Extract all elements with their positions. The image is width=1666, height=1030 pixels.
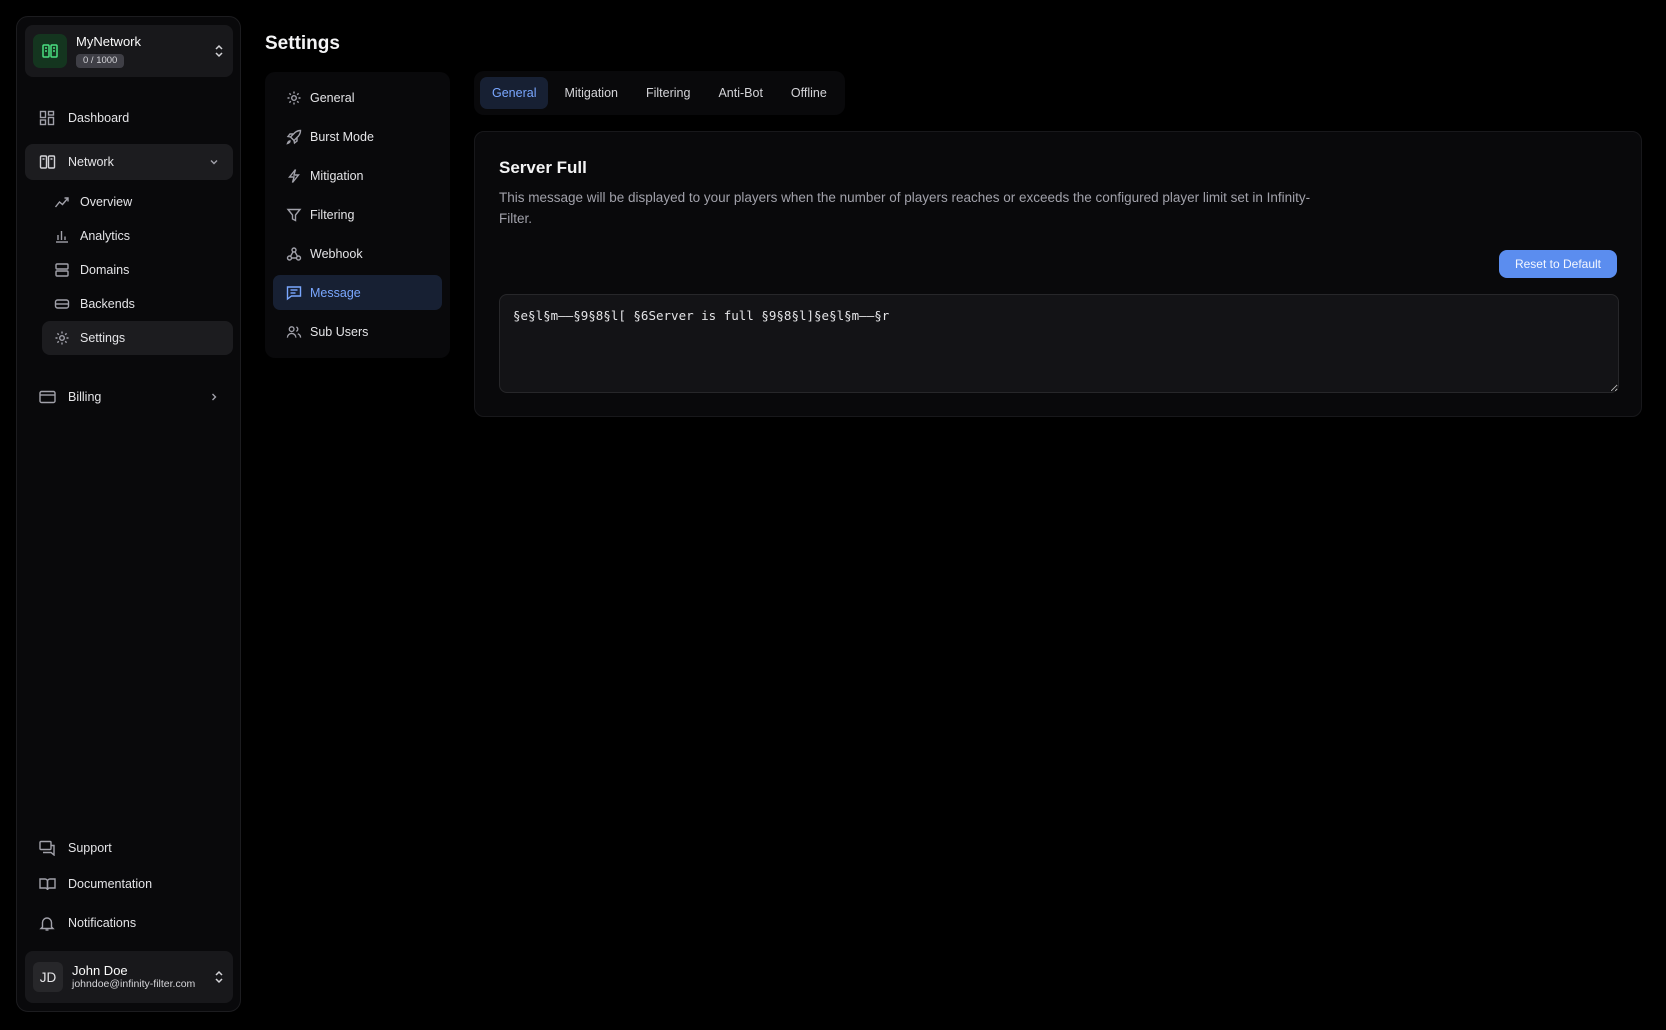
webhook-icon: [286, 246, 302, 262]
sidebar-item-label: Domains: [80, 263, 130, 277]
chevron-up-down-icon: [213, 969, 225, 985]
settings-nav-burst-mode[interactable]: Burst Mode: [273, 119, 442, 154]
users-icon: [286, 324, 302, 340]
settings-nav-sub-users[interactable]: Sub Users: [273, 314, 442, 349]
network-logo-icon: [33, 34, 67, 68]
avatar: JD: [33, 962, 63, 992]
sidebar-item-label: Settings: [80, 331, 126, 345]
sidebar-item-settings[interactable]: Settings: [42, 321, 233, 355]
book-icon: [38, 875, 56, 893]
settings-nav-filtering[interactable]: Filtering: [273, 197, 442, 232]
chevron-right-icon: [208, 391, 220, 403]
settings-nav-message[interactable]: Message: [273, 275, 442, 310]
sidebar-item-analytics[interactable]: Analytics: [42, 219, 233, 253]
tab-mitigation[interactable]: Mitigation: [552, 77, 630, 109]
nav-documentation[interactable]: Documentation: [25, 866, 233, 902]
lightning-icon: [286, 168, 302, 184]
tab-offline[interactable]: Offline: [779, 77, 839, 109]
nav-support-label: Support: [68, 841, 112, 855]
message-tabs: General Mitigation Filtering Anti-Bot Of…: [474, 71, 845, 115]
settings-nav-general[interactable]: General: [273, 80, 442, 115]
trend-icon: [54, 194, 70, 210]
network-icon: [38, 153, 56, 171]
gear-icon: [54, 330, 70, 346]
bell-icon: [38, 914, 56, 932]
chevron-up-down-icon: [213, 43, 225, 59]
server-full-card: Server Full This message will be display…: [474, 131, 1642, 417]
bar-chart-icon: [54, 228, 70, 244]
settings-nav-mitigation[interactable]: Mitigation: [273, 158, 442, 193]
card-title: Server Full: [499, 158, 587, 177]
settings-nav-label: Mitigation: [310, 168, 364, 183]
server-full-message-input[interactable]: §e§l§m——§9§8§l[ §6Server is full §9§8§l]…: [499, 294, 1619, 393]
gear-icon: [286, 90, 302, 106]
settings-nav: General Burst Mode Mitigation Filtering …: [265, 72, 450, 358]
nav-dashboard[interactable]: Dashboard: [25, 100, 233, 136]
sidebar-item-overview[interactable]: Overview: [42, 185, 233, 219]
settings-nav-webhook[interactable]: Webhook: [273, 236, 442, 271]
network-usage-badge: 0 / 1000: [76, 54, 125, 68]
network-switcher[interactable]: MyNetwork 0 / 1000: [25, 25, 233, 77]
user-menu[interactable]: JD John Doe johndoe@infinity-filter.com: [25, 951, 233, 1003]
settings-nav-label: Webhook: [310, 246, 363, 261]
nav-notifications-label: Notifications: [68, 916, 137, 930]
page-title: Settings: [265, 33, 340, 54]
nav-support[interactable]: Support: [25, 830, 233, 866]
tab-anti-bot[interactable]: Anti-Bot: [706, 77, 774, 109]
dashboard-icon: [38, 109, 56, 127]
settings-nav-label: Sub Users: [310, 324, 369, 339]
nav-network[interactable]: Network: [25, 144, 233, 180]
nav-network-label: Network: [68, 155, 114, 169]
settings-nav-label: Message: [310, 285, 361, 300]
hard-drive-icon: [54, 296, 70, 312]
sidebar: MyNetwork 0 / 1000 Dashboard Network Ove…: [16, 16, 241, 1012]
sidebar-item-label: Overview: [80, 195, 133, 209]
settings-nav-label: Burst Mode: [310, 129, 374, 144]
sidebar-item-label: Backends: [80, 297, 135, 311]
server-icon: [54, 262, 70, 278]
tab-general[interactable]: General: [480, 77, 549, 109]
funnel-icon: [286, 207, 302, 223]
nav-notifications[interactable]: Notifications: [25, 905, 233, 941]
message-icon: [286, 285, 302, 301]
sidebar-item-domains[interactable]: Domains: [42, 253, 233, 287]
settings-nav-label: General: [310, 90, 355, 105]
sidebar-item-backends[interactable]: Backends: [42, 287, 233, 321]
reset-to-default-button[interactable]: Reset to Default: [1499, 250, 1617, 278]
sidebar-item-label: Analytics: [80, 229, 131, 243]
nav-documentation-label: Documentation: [68, 877, 153, 891]
credit-card-icon: [38, 388, 56, 406]
nav-dashboard-label: Dashboard: [68, 111, 130, 125]
chat-icon: [38, 839, 56, 857]
nav-billing[interactable]: Billing: [25, 379, 233, 415]
nav-billing-label: Billing: [68, 390, 102, 404]
chevron-down-icon: [208, 156, 220, 168]
rocket-icon: [286, 129, 302, 145]
network-name: MyNetwork: [76, 34, 142, 49]
tab-filtering[interactable]: Filtering: [634, 77, 702, 109]
user-name: John Doe: [72, 963, 128, 978]
card-description: This message will be displayed to your p…: [499, 190, 1311, 226]
settings-nav-label: Filtering: [310, 207, 355, 222]
user-email: johndoe@infinity-filter.com: [72, 978, 196, 990]
